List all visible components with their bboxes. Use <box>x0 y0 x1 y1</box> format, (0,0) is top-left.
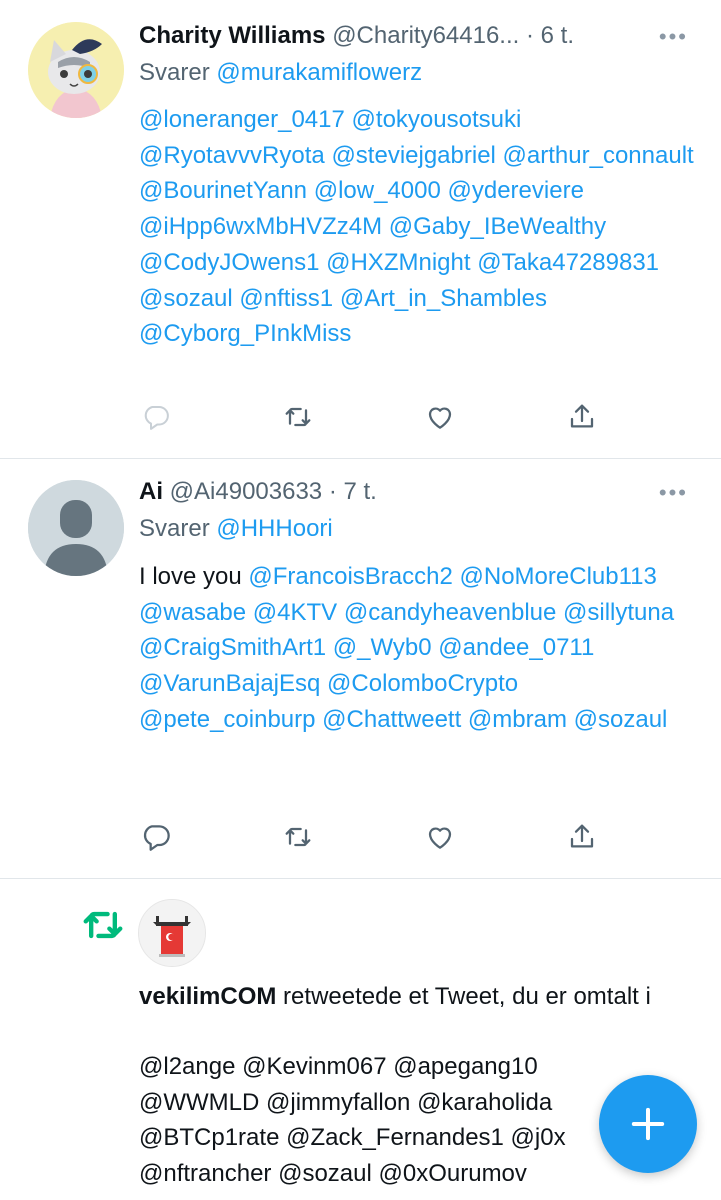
mention-link[interactable]: @andee_0711 <box>438 634 594 661</box>
user-handle[interactable]: @Charity64416... <box>332 22 519 49</box>
mention-link[interactable]: @NoMoreClub113 <box>460 563 657 590</box>
reply-target-handle[interactable]: @HHHoori <box>216 515 332 542</box>
replying-to: Svarer @HHHoori <box>139 514 333 544</box>
replying-to-label: Svarer <box>139 515 217 542</box>
avatar[interactable] <box>28 480 124 576</box>
tweet[interactable]: Charity Williams @Charity64416... · 6 t.… <box>0 0 721 458</box>
mention-link[interactable]: @arthur_connault <box>503 142 694 169</box>
mention-link[interactable]: @tokyousotsuki <box>352 106 522 133</box>
retweet-button[interactable] <box>281 820 315 854</box>
mention-link[interactable]: @FrancoisBracch2 <box>248 563 452 590</box>
compose-plus-icon <box>631 1107 665 1141</box>
more-options-icon[interactable]: ••• <box>659 482 688 504</box>
timestamp[interactable]: 6 t. <box>541 22 574 49</box>
mention-link[interactable]: @candyheavenblue <box>344 599 557 626</box>
mention-link[interactable]: @sillytuna <box>563 599 674 626</box>
mention-link[interactable]: @loneranger_0417 <box>139 106 345 133</box>
share-icon <box>570 824 594 848</box>
share-button[interactable] <box>565 400 599 434</box>
display-name[interactable]: Charity Williams <box>139 22 326 49</box>
tweet-actions <box>139 400 599 434</box>
user-handle[interactable]: @Ai49003633 <box>170 478 322 505</box>
mention-link[interactable]: @HXZMnight <box>326 249 470 276</box>
like-icon <box>428 407 452 429</box>
retweeter-name[interactable]: vekilimCOM <box>139 983 276 1010</box>
compose-tweet-button[interactable] <box>599 1075 697 1173</box>
retweet-notice-label: retweetede et Tweet, du er omtalt i <box>276 983 651 1010</box>
display-name[interactable]: Ai <box>139 478 163 505</box>
like-button[interactable] <box>423 820 457 854</box>
retweet-icon <box>83 911 123 939</box>
mention-link[interactable]: @ColomboCrypto <box>327 670 518 697</box>
mention-link[interactable]: @iHpp6wxMbHVZz4M <box>139 213 382 240</box>
reply-button[interactable] <box>139 400 173 434</box>
mention-link[interactable]: @VarunBajajEsq <box>139 670 320 697</box>
podium-logo-image <box>139 900 205 966</box>
mention-link[interactable]: @CodyJOwens1 <box>139 249 319 276</box>
mention-link[interactable]: @low_4000 <box>314 177 441 204</box>
mention-link[interactable]: @Chattweett <box>322 706 461 733</box>
avatar[interactable] <box>28 22 124 118</box>
separator-dot: · <box>322 478 344 505</box>
replying-to: Svarer @murakamiflowerz <box>139 58 422 88</box>
tweet[interactable]: Ai @Ai49003633 · 7 t. ••• Svarer @HHHoor… <box>0 459 721 878</box>
mention-link[interactable]: @4KTV <box>253 599 337 626</box>
reply-icon <box>143 825 170 851</box>
separator-dot: · <box>519 22 541 49</box>
retweet-icon <box>285 407 311 427</box>
share-button[interactable] <box>565 820 599 854</box>
tweet-text: I love you @FrancoisBracch2 @NoMoreClub1… <box>139 559 699 738</box>
mention-link[interactable]: @_Wyb0 <box>333 634 432 661</box>
retweet-icon <box>285 827 311 847</box>
retweeter-avatar[interactable] <box>138 899 206 967</box>
mention-link[interactable]: @wasabe <box>139 599 246 626</box>
share-icon <box>570 404 594 428</box>
reply-target-handle[interactable]: @murakamiflowerz <box>216 59 422 86</box>
default-profile-icon <box>28 480 124 576</box>
replying-to-label: Svarer <box>139 59 217 86</box>
mention-link[interactable]: @Cyborg_PInkMiss <box>139 320 351 347</box>
mention-link[interactable]: @ydereviere <box>448 177 584 204</box>
reply-icon <box>144 406 169 430</box>
mention-link[interactable]: @Gaby_IBeWealthy <box>389 213 606 240</box>
tweet-text: @loneranger_0417 @tokyousotsuki @Ryotavv… <box>139 102 699 352</box>
tweet-header: Ai @Ai49003633 · 7 t. <box>139 477 377 507</box>
reply-button[interactable] <box>139 820 173 854</box>
more-options-icon[interactable]: ••• <box>659 26 688 48</box>
mention-link[interactable]: @sozaul <box>139 285 233 312</box>
mention-link[interactable]: @steviejgabriel <box>331 142 495 169</box>
mention-link[interactable]: @Taka47289831 <box>477 249 659 276</box>
mention-link[interactable]: @RyotavvvRyota <box>139 142 325 169</box>
mention-link[interactable]: @sozaul <box>574 706 668 733</box>
like-button[interactable] <box>423 400 457 434</box>
mention-link[interactable]: @nftiss1 <box>239 285 333 312</box>
mention-link[interactable]: @CraigSmithArt1 <box>139 634 326 661</box>
tweet-header: Charity Williams @Charity64416... · 6 t. <box>139 21 574 51</box>
tweet-actions <box>139 820 599 854</box>
timestamp[interactable]: 7 t. <box>343 478 376 505</box>
mention-link[interactable]: @mbram <box>468 706 567 733</box>
tweet-text-plain: I love you <box>139 563 242 590</box>
like-icon <box>428 827 452 849</box>
mention-link[interactable]: @BourinetYann <box>139 177 307 204</box>
mention-link[interactable]: @pete_coinburp <box>139 706 315 733</box>
retweet-button[interactable] <box>281 400 315 434</box>
mention-link[interactable]: @Art_in_Shambles <box>340 285 547 312</box>
cat-avatar-image <box>28 22 124 118</box>
retweet-notice-text: vekilimCOM retweetede et Tweet, du er om… <box>139 980 699 1013</box>
